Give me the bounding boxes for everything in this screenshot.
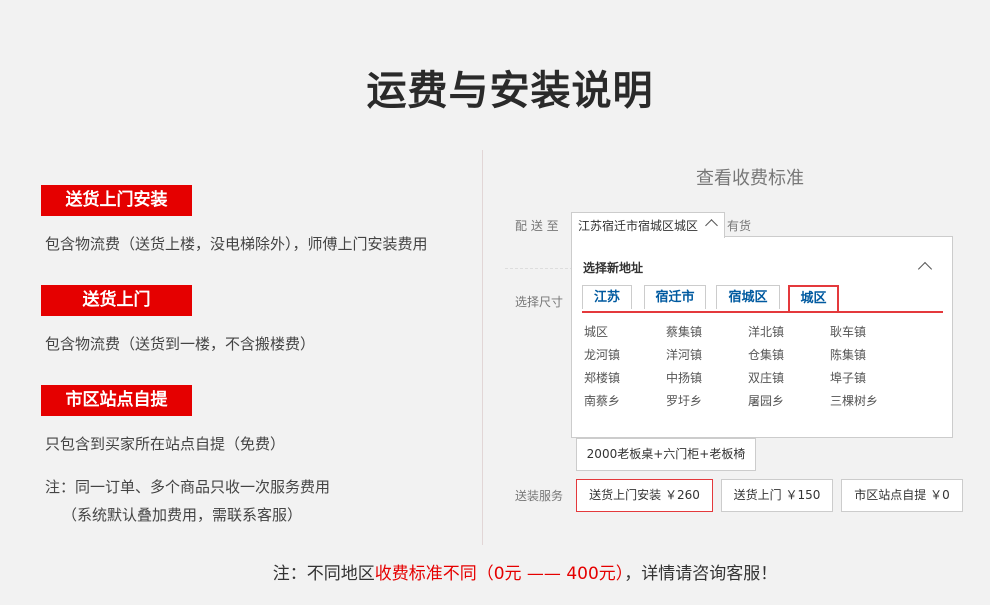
area-option[interactable]: 洋北镇 bbox=[748, 323, 784, 340]
address-tabs: 江苏 宿迁市 宿城区 城区 bbox=[582, 285, 943, 313]
area-option[interactable]: 南蔡乡 bbox=[584, 392, 620, 409]
page-title: 运费与安装说明 bbox=[366, 68, 654, 114]
dashed-divider bbox=[505, 268, 573, 270]
delivery-install-desc: 包含物流费（送货上楼，没电梯除外），师傅上门安装费用 bbox=[45, 235, 428, 253]
tab-province[interactable]: 江苏 bbox=[582, 285, 632, 309]
note-line-1: 注：同一订单、多个商品只收一次服务费用 bbox=[45, 478, 331, 496]
area-option[interactable]: 罗圩乡 bbox=[666, 392, 702, 409]
fee-standard-title[interactable]: 查看收费标准 bbox=[650, 164, 850, 190]
bottom-note: 注：不同地区收费标准不同（0元 —— 400元），详情请咨询客服！ bbox=[0, 559, 990, 584]
area-option[interactable]: 中扬镇 bbox=[666, 369, 702, 386]
deliver-to-label: 配 送 至 bbox=[515, 219, 559, 233]
service-delivery-install-button[interactable]: 送货上门安装 ￥260 bbox=[576, 479, 713, 512]
tab-city[interactable]: 宿迁市 bbox=[644, 285, 706, 309]
stock-status: 有货 bbox=[727, 219, 752, 233]
area-option[interactable]: 龙河镇 bbox=[584, 346, 620, 363]
area-option[interactable]: 城区 bbox=[584, 323, 608, 340]
area-option[interactable]: 屠园乡 bbox=[748, 392, 784, 409]
area-option[interactable]: 仓集镇 bbox=[748, 346, 784, 363]
bottom-note-highlight: 收费标准不同（0元 —— 400元） bbox=[374, 564, 625, 584]
area-option[interactable]: 双庄镇 bbox=[748, 369, 784, 386]
chevron-up-icon bbox=[705, 219, 718, 232]
service-pickup-button[interactable]: 市区站点自提 ￥0 bbox=[841, 479, 963, 512]
tab-area[interactable]: 城区 bbox=[788, 285, 839, 311]
service-label: 送装服务 bbox=[515, 489, 564, 503]
badge-delivery: 送货上门 bbox=[41, 285, 192, 316]
address-selector[interactable]: 江苏宿迁市宿城区城区 bbox=[571, 212, 725, 238]
size-label: 选择尺寸 bbox=[515, 295, 564, 309]
delivery-desc: 包含物流费（送货到一楼，不含搬楼费） bbox=[45, 335, 316, 353]
area-option[interactable]: 埠子镇 bbox=[830, 369, 866, 386]
address-panel-title: 选择新地址 bbox=[583, 261, 644, 275]
area-option[interactable]: 洋河镇 bbox=[666, 346, 702, 363]
column-divider bbox=[482, 150, 483, 545]
bottom-note-prefix: 注：不同地区 bbox=[272, 564, 375, 584]
tab-district[interactable]: 宿城区 bbox=[716, 285, 780, 309]
pickup-desc: 只包含到买家所在站点自提（免费） bbox=[45, 435, 286, 453]
badge-pickup: 市区站点自提 bbox=[41, 385, 192, 416]
badge-delivery-install: 送货上门安装 bbox=[41, 185, 192, 216]
area-option[interactable]: 耿车镇 bbox=[830, 323, 866, 340]
service-delivery-button[interactable]: 送货上门 ￥150 bbox=[721, 479, 833, 512]
address-dropdown-panel: 选择新地址 江苏 宿迁市 宿城区 城区 城区 蔡集镇 洋北镇 耿车镇 龙河镇 洋… bbox=[571, 236, 953, 438]
bottom-note-suffix: ，详情请咨询客服！ bbox=[624, 564, 778, 584]
size-option-button[interactable]: 2000老板桌+六门柜+老板椅 bbox=[576, 438, 756, 471]
area-option[interactable]: 郑楼镇 bbox=[584, 369, 620, 386]
note-line-2: （系统默认叠加费用，需联系客服） bbox=[62, 506, 303, 524]
area-option[interactable]: 蔡集镇 bbox=[666, 323, 702, 340]
address-value: 江苏宿迁市宿城区城区 bbox=[578, 219, 699, 233]
area-option[interactable]: 三棵树乡 bbox=[830, 392, 878, 409]
collapse-chevron-icon[interactable] bbox=[917, 261, 933, 277]
area-option[interactable]: 陈集镇 bbox=[830, 346, 866, 363]
